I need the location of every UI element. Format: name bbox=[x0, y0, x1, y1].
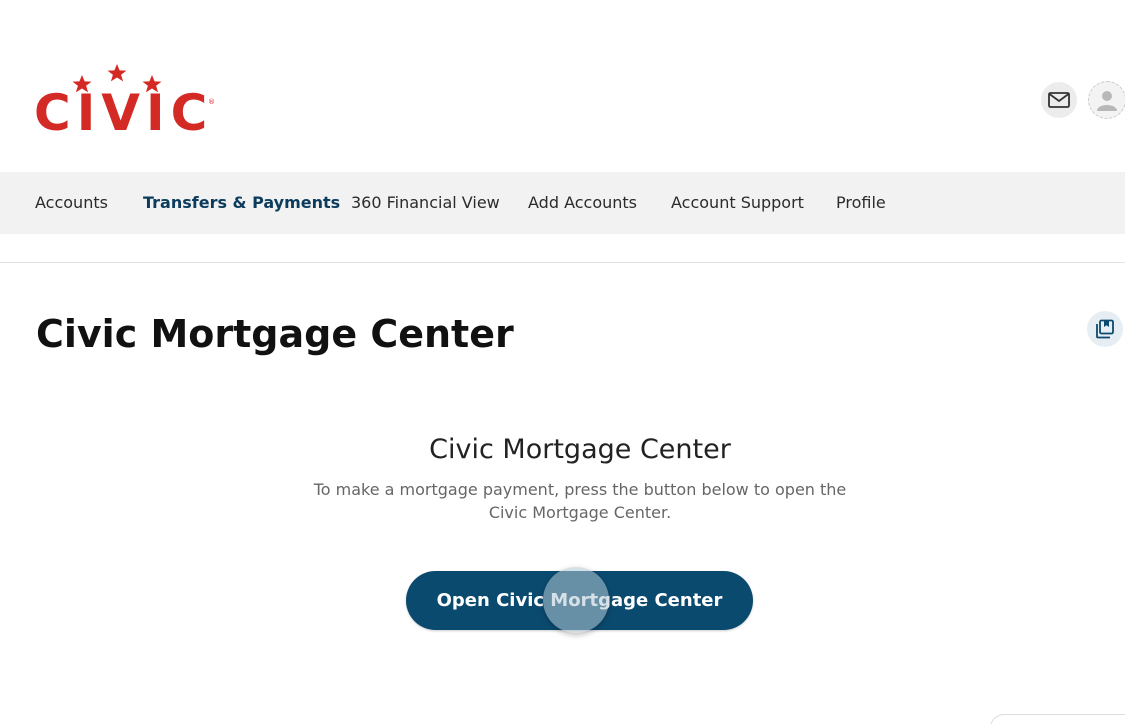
page-title: Civic Mortgage Center bbox=[36, 312, 514, 356]
nav-item-profile[interactable]: Profile bbox=[836, 172, 886, 234]
header-divider bbox=[0, 262, 1125, 263]
page: CIVIC ® Accounts Transfers & Payments 36… bbox=[0, 0, 1125, 724]
bookmark-pages-icon bbox=[1096, 319, 1114, 339]
nav-item-transfers-payments[interactable]: Transfers & Payments bbox=[143, 172, 340, 234]
logo-wordmark: CIVIC bbox=[34, 84, 214, 142]
nav-item-add-accounts[interactable]: Add Accounts bbox=[528, 172, 637, 234]
main-navigation: Accounts Transfers & Payments 360 Financ… bbox=[0, 172, 1125, 234]
nav-item-account-support[interactable]: Account Support bbox=[671, 172, 804, 234]
logo-star-center bbox=[107, 64, 127, 82]
user-avatar-icon bbox=[1097, 91, 1117, 111]
mail-button[interactable] bbox=[1041, 82, 1077, 118]
nav-item-360-financial-view[interactable]: 360 Financial View bbox=[351, 172, 500, 234]
section-heading: Civic Mortgage Center bbox=[429, 434, 731, 465]
save-page-button[interactable] bbox=[1087, 311, 1123, 347]
section-description: To make a mortgage payment, press the bu… bbox=[313, 480, 847, 522]
logo-registered-mark: ® bbox=[208, 98, 215, 106]
mail-icon bbox=[1048, 92, 1070, 108]
civic-logo[interactable]: CIVIC ® bbox=[34, 62, 215, 142]
nav-item-accounts[interactable]: Accounts bbox=[35, 172, 108, 234]
profile-avatar-button[interactable] bbox=[1088, 81, 1125, 119]
click-indicator bbox=[543, 567, 609, 633]
chat-widget-edge[interactable] bbox=[990, 714, 1125, 724]
